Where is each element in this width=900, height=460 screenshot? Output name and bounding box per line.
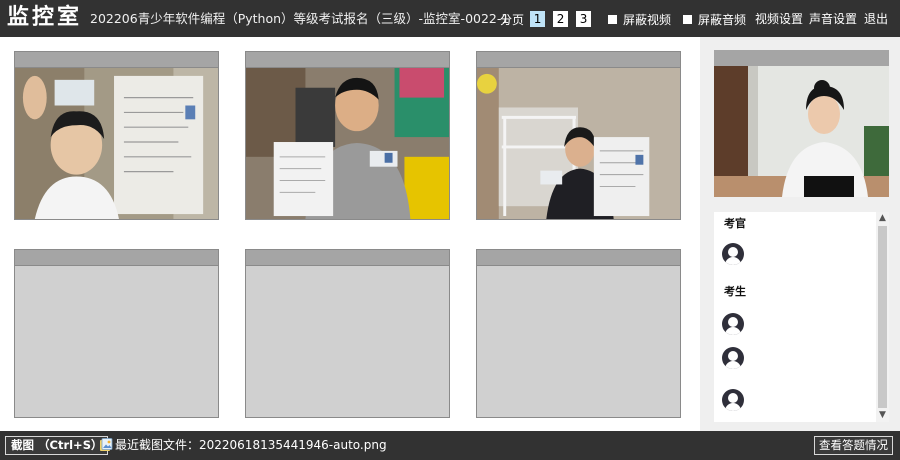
candidate-avatar[interactable] bbox=[722, 347, 744, 369]
video-tile-1[interactable] bbox=[14, 51, 219, 220]
video-tile-4[interactable] bbox=[14, 249, 219, 418]
mute-video-label: 屏蔽视频 bbox=[623, 12, 672, 27]
candidate-avatar[interactable] bbox=[722, 313, 744, 335]
participant-list[interactable]: 考官 考生 ▲ ▼ bbox=[714, 212, 889, 422]
page-button-3[interactable]: 3 bbox=[576, 11, 592, 27]
top-bar: 监控室 202206青少年软件编程（Python）等级考试报名（三级）-监控室-… bbox=[0, 0, 900, 37]
view-answers-button[interactable]: 查看答题情况 bbox=[814, 436, 893, 455]
chevron-up-icon[interactable]: ▲ bbox=[876, 212, 889, 225]
mute-audio-checkbox[interactable] bbox=[683, 14, 692, 24]
participant-scrollbar[interactable]: ▲ ▼ bbox=[876, 212, 889, 422]
chevron-down-icon[interactable]: ▼ bbox=[876, 409, 889, 422]
audio-settings-button[interactable]: 声音设置 bbox=[809, 10, 857, 28]
video-tile-6[interactable] bbox=[476, 249, 681, 418]
video-feed-1 bbox=[15, 68, 218, 219]
video-feed-2 bbox=[246, 68, 449, 219]
video-tile-header bbox=[477, 52, 680, 68]
mute-audio-toggle[interactable]: 屏蔽音频 bbox=[683, 10, 746, 28]
pager-label: 分页 bbox=[500, 12, 525, 27]
scrollbar-thumb[interactable] bbox=[878, 226, 887, 408]
video-tile-header bbox=[246, 52, 449, 68]
page-button-1[interactable]: 1 bbox=[530, 11, 546, 27]
video-tile-5[interactable] bbox=[245, 249, 450, 418]
exit-button[interactable]: 退出 bbox=[864, 10, 888, 28]
room-title: 202206青少年软件编程（Python）等级考试报名（三级）-监控室-0022… bbox=[90, 11, 510, 26]
video-settings-button[interactable]: 视频设置 bbox=[755, 10, 803, 28]
file-image-icon bbox=[100, 438, 113, 451]
video-grid bbox=[0, 37, 700, 431]
pager: 分页 1 2 3 bbox=[500, 10, 599, 28]
app-title: 监控室 bbox=[7, 5, 83, 30]
side-panel: 考官 考生 ▲ ▼ bbox=[700, 37, 900, 431]
examiner-avatar[interactable] bbox=[722, 243, 744, 265]
monitor-app: 监控室 202206青少年软件编程（Python）等级考试报名（三级）-监控室-… bbox=[0, 0, 900, 460]
mute-video-checkbox[interactable] bbox=[608, 14, 617, 24]
video-tile-header bbox=[15, 52, 218, 68]
examiner-camera-feed[interactable] bbox=[714, 66, 889, 197]
video-tile-header bbox=[477, 250, 680, 266]
recent-screenshot-file: 最近截图文件：20220618135441946-auto.png bbox=[115, 438, 387, 452]
video-feed-3 bbox=[477, 68, 680, 219]
participant-list-content: 考官 考生 bbox=[714, 212, 876, 411]
video-tile-header bbox=[246, 250, 449, 266]
bottom-bar: 截图 （Ctrl+S） 最近截图文件：20220618135441946-aut… bbox=[0, 431, 900, 460]
screenshot-button[interactable]: 截图 （Ctrl+S） bbox=[5, 436, 109, 455]
candidate-avatar[interactable] bbox=[722, 389, 744, 411]
examiner-camera-header bbox=[714, 50, 889, 66]
video-tile-3[interactable] bbox=[476, 51, 681, 220]
candidate-section-title: 考生 bbox=[724, 285, 746, 298]
page-button-2[interactable]: 2 bbox=[553, 11, 569, 27]
mute-audio-label: 屏蔽音频 bbox=[698, 12, 747, 27]
video-tile-2[interactable] bbox=[245, 51, 450, 220]
examiner-section-title: 考官 bbox=[724, 217, 746, 230]
video-tile-header bbox=[15, 250, 218, 266]
mute-video-toggle[interactable]: 屏蔽视频 bbox=[608, 10, 671, 28]
